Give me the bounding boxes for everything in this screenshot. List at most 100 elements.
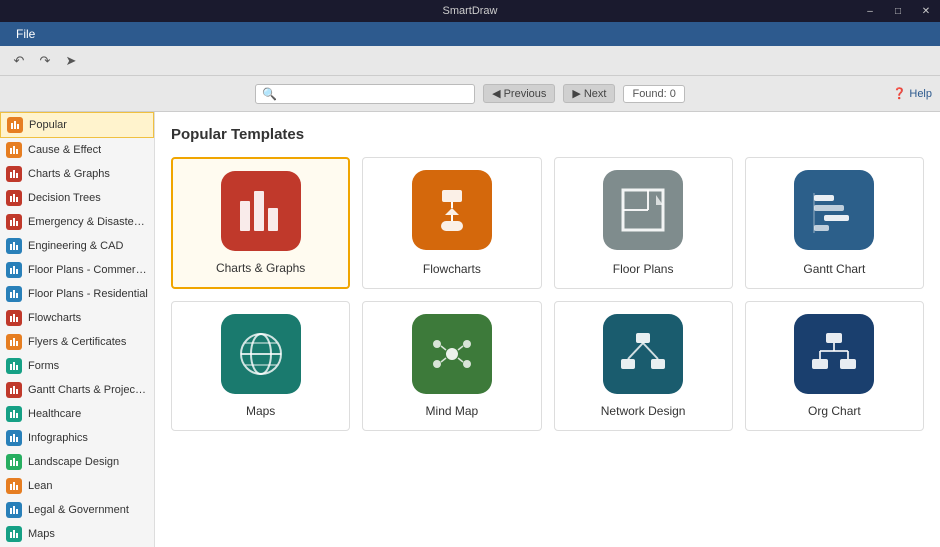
sidebar-icon-lean <box>6 478 22 494</box>
sidebar-label-engineering-cad: Engineering & CAD <box>28 240 123 252</box>
sidebar-label-floor-commercial: Floor Plans - Commercial <box>28 264 148 276</box>
app-title: SmartDraw <box>442 5 497 17</box>
sidebar-item-maps[interactable]: Maps <box>0 522 154 546</box>
sidebar-item-decision-trees[interactable]: Decision Trees <box>0 186 154 210</box>
template-label-network-design: Network Design <box>601 404 686 418</box>
template-label-floor-plans: Floor Plans <box>613 262 674 276</box>
templates-grid: Charts & Graphs Flowcharts Floor Plans Gant… <box>171 157 924 431</box>
sidebar-icon-emergency <box>6 214 22 230</box>
sidebar-item-emergency[interactable]: Emergency & Disaster Pla... <box>0 210 154 234</box>
search-input[interactable] <box>281 87 468 101</box>
template-label-org-chart: Org Chart <box>808 404 861 418</box>
sidebar-item-infographics[interactable]: Infographics <box>0 426 154 450</box>
template-label-mind-map: Mind Map <box>426 404 479 418</box>
sidebar-label-charts-graphs: Charts & Graphs <box>28 168 110 180</box>
help-button[interactable]: ❓ Help <box>893 87 932 100</box>
sidebar-icon-infographics <box>6 430 22 446</box>
sidebar-label-landscape: Landscape Design <box>28 456 119 468</box>
sidebar-label-popular: Popular <box>29 119 67 131</box>
sidebar-item-forms[interactable]: Forms <box>0 354 154 378</box>
template-icon-mind-map <box>412 314 492 394</box>
template-card-flowcharts[interactable]: Flowcharts <box>362 157 541 289</box>
sidebar-label-emergency: Emergency & Disaster Pla... <box>28 216 148 228</box>
search-wrap: 🔍 <box>255 84 475 104</box>
sidebar-icon-charts-graphs <box>6 166 22 182</box>
found-count: Found: 0 <box>623 85 684 103</box>
sidebar-icon-landscape <box>6 454 22 470</box>
sidebar-label-healthcare: Healthcare <box>28 408 81 420</box>
redo-button[interactable]: ↷ <box>34 50 56 72</box>
sidebar-icon-legal-gov <box>6 502 22 518</box>
sidebar-label-lean: Lean <box>28 480 52 492</box>
content-area: Popular Templates Charts & Graphs Flowcha… <box>155 112 940 547</box>
template-card-charts-graphs[interactable]: Charts & Graphs <box>171 157 350 289</box>
template-icon-flowcharts <box>412 170 492 250</box>
prev-button[interactable]: ◀ Previous <box>483 84 555 103</box>
main-layout: Popular Cause & Effect Charts & Graphs Deci… <box>0 112 940 547</box>
sidebar-item-charts-graphs[interactable]: Charts & Graphs <box>0 162 154 186</box>
sidebar-item-lean[interactable]: Lean <box>0 474 154 498</box>
sidebar-icon-popular <box>7 117 23 133</box>
search-icon: 🔍 <box>262 87 277 101</box>
template-card-mind-map[interactable]: Mind Map <box>362 301 541 431</box>
window-controls: – □ ✕ <box>856 0 940 22</box>
sidebar-label-infographics: Infographics <box>28 432 88 444</box>
template-icon-gantt-chart <box>794 170 874 250</box>
template-icon-charts-graphs <box>221 171 301 251</box>
next-button[interactable]: ▶ Next <box>563 84 615 103</box>
sidebar-label-decision-trees: Decision Trees <box>28 192 101 204</box>
file-menu[interactable]: File <box>8 22 43 46</box>
sidebar-label-cause-effect: Cause & Effect <box>28 144 101 156</box>
template-icon-floor-plans <box>603 170 683 250</box>
sidebar-icon-healthcare <box>6 406 22 422</box>
sidebar-icon-gantt <box>6 382 22 398</box>
sidebar-label-maps: Maps <box>28 528 55 540</box>
forward-button[interactable]: ➤ <box>60 50 82 72</box>
menu-bar: File <box>0 22 940 46</box>
sidebar-label-floor-residential: Floor Plans - Residential <box>28 288 148 300</box>
sidebar-item-floor-commercial[interactable]: Floor Plans - Commercial <box>0 258 154 282</box>
sidebar-item-flowcharts[interactable]: Flowcharts <box>0 306 154 330</box>
template-card-org-chart[interactable]: Org Chart <box>745 301 924 431</box>
sidebar-label-legal-gov: Legal & Government <box>28 504 129 516</box>
sidebar-icon-engineering-cad <box>6 238 22 254</box>
template-card-floor-plans[interactable]: Floor Plans <box>554 157 733 289</box>
sidebar-item-healthcare[interactable]: Healthcare <box>0 402 154 426</box>
template-card-gantt-chart[interactable]: Gantt Chart <box>745 157 924 289</box>
search-bar: 🔍 ◀ Previous ▶ Next Found: 0 ❓ Help <box>0 76 940 112</box>
sidebar-item-gantt[interactable]: Gantt Charts & Project Mgt <box>0 378 154 402</box>
sidebar-icon-forms <box>6 358 22 374</box>
sidebar-icon-maps <box>6 526 22 542</box>
template-icon-org-chart <box>794 314 874 394</box>
sidebar-icon-floor-residential <box>6 286 22 302</box>
sidebar-label-flyers-certs: Flyers & Certificates <box>28 336 126 348</box>
template-card-maps[interactable]: Maps <box>171 301 350 431</box>
sidebar-label-gantt: Gantt Charts & Project Mgt <box>28 384 148 396</box>
sidebar-label-forms: Forms <box>28 360 59 372</box>
minimize-button[interactable]: – <box>856 0 884 22</box>
template-label-charts-graphs: Charts & Graphs <box>216 261 305 275</box>
sidebar-item-engineering-cad[interactable]: Engineering & CAD <box>0 234 154 258</box>
template-icon-network-design <box>603 314 683 394</box>
title-bar: SmartDraw – □ ✕ <box>0 0 940 22</box>
toolbar: ↶ ↷ ➤ <box>0 46 940 76</box>
template-label-gantt-chart: Gantt Chart <box>803 262 865 276</box>
sidebar-item-popular[interactable]: Popular <box>0 112 154 138</box>
template-label-maps: Maps <box>246 404 275 418</box>
sidebar-icon-decision-trees <box>6 190 22 206</box>
sidebar-item-flyers-certs[interactable]: Flyers & Certificates <box>0 330 154 354</box>
template-label-flowcharts: Flowcharts <box>423 262 481 276</box>
sidebar-icon-flowcharts <box>6 310 22 326</box>
sidebar-label-flowcharts: Flowcharts <box>28 312 81 324</box>
template-card-network-design[interactable]: Network Design <box>554 301 733 431</box>
sidebar: Popular Cause & Effect Charts & Graphs Deci… <box>0 112 155 547</box>
sidebar-item-landscape[interactable]: Landscape Design <box>0 450 154 474</box>
undo-button[interactable]: ↶ <box>8 50 30 72</box>
sidebar-item-cause-effect[interactable]: Cause & Effect <box>0 138 154 162</box>
sidebar-item-floor-residential[interactable]: Floor Plans - Residential <box>0 282 154 306</box>
sidebar-item-legal-gov[interactable]: Legal & Government <box>0 498 154 522</box>
sidebar-icon-flyers-certs <box>6 334 22 350</box>
section-title: Popular Templates <box>171 126 924 143</box>
close-button[interactable]: ✕ <box>912 0 940 22</box>
restore-button[interactable]: □ <box>884 0 912 22</box>
